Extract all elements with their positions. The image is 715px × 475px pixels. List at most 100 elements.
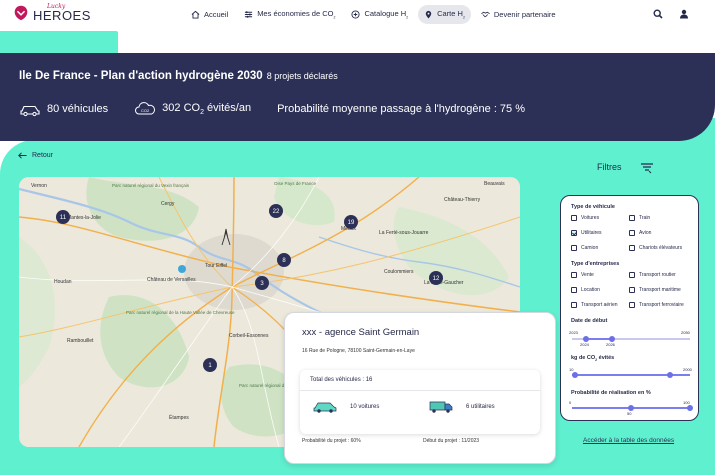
filters-toggle[interactable]: Filtres: [540, 158, 698, 178]
cars-count-text: 10 voitures: [350, 403, 380, 410]
checkbox-vente[interactable]: Vente: [571, 272, 594, 278]
sliders-icon: [245, 11, 253, 18]
checkbox-train[interactable]: Train: [629, 215, 650, 221]
nav-item-catalogue[interactable]: Catalogue H2: [345, 5, 414, 24]
nav-item-carte[interactable]: Carte H2: [418, 5, 471, 24]
checkbox-transport-ferroviaire[interactable]: Transport ferroviaire: [629, 302, 684, 308]
start-date-slider[interactable]: [572, 336, 690, 342]
checkbox-transport-routier[interactable]: Transport routier: [629, 272, 676, 278]
checkbox-box[interactable]: [629, 215, 635, 221]
checkbox-label: Transport routier: [639, 272, 676, 278]
checkbox-voitures[interactable]: Voitures: [571, 215, 599, 221]
user-icon[interactable]: [679, 9, 689, 19]
checkbox-box[interactable]: [629, 302, 635, 308]
map-marker[interactable]: 3: [255, 276, 269, 290]
project-start: Début du projet : 11/2023: [423, 438, 480, 444]
checkbox-label: Chariots élévateurs: [639, 245, 683, 251]
nav-item-economies[interactable]: Mes économies de CO2: [238, 5, 341, 24]
checkbox-box[interactable]: [571, 272, 577, 278]
map-marker[interactable]: 19: [344, 215, 358, 229]
map-marker[interactable]: 12: [429, 271, 443, 285]
checkbox-chariots[interactable]: Chariots élévateurs: [629, 245, 682, 251]
checkbox-box[interactable]: [629, 245, 635, 251]
map-marker[interactable]: 11: [56, 210, 70, 224]
co2-slider[interactable]: [572, 372, 690, 378]
page-title: Ile De France - Plan d'action hydrogène …: [19, 70, 338, 82]
stat-co2-suffix: évités/an: [203, 101, 252, 114]
map-label-rambouillet: Rambouillet: [67, 338, 94, 344]
search-icon[interactable]: [653, 9, 663, 19]
checkbox-label: Transport maritime: [639, 287, 681, 293]
checkbox-box[interactable]: [571, 215, 577, 221]
project-detail-card[interactable]: xxx - agence Saint Germain 16 Rue de Pol…: [284, 312, 556, 464]
stat-co2: CO2 302 CO2 évités/an: [134, 101, 251, 117]
map-label-mantes: Mantes-la-Jolie: [67, 215, 101, 221]
nav-label-sub: 2: [406, 15, 409, 20]
checkbox-label: Camion: [581, 245, 599, 251]
probability-title: Probabilité de réalisation en %: [571, 390, 651, 396]
svg-text:12: 12: [433, 276, 440, 282]
nav-label: Carte H: [437, 9, 463, 18]
van-icon: [429, 401, 453, 413]
vehicles-summary: Total des véhicules : 16 10 voitures 6 u…: [300, 370, 540, 434]
checkbox-box[interactable]: [571, 302, 577, 308]
checkbox-camion[interactable]: Camion: [571, 245, 598, 251]
checkbox-location[interactable]: Location: [571, 287, 600, 293]
svg-text:19: 19: [348, 220, 355, 226]
slider-handle-max[interactable]: [667, 372, 673, 378]
arrow-left-icon: [18, 152, 27, 159]
slider-mid-label: 50: [627, 411, 632, 416]
nav-item-partenaire[interactable]: Devenir partenaire: [475, 5, 562, 24]
map-label-beauvais: Beauvais: [484, 181, 505, 187]
vans-count: 6 utilitaires: [428, 400, 495, 413]
map-label-ferte-jouarre: La Ferté-sous-Jouarre: [379, 230, 429, 236]
top-navigation: Lucky HEROES Accueil Mes économies de CO…: [0, 0, 715, 31]
map-label-vexin: Parc naturel régional du Vexin français: [112, 183, 190, 188]
checkbox-box[interactable]: [571, 287, 577, 293]
map-label-chevreuse: Parc naturel régional de la Haute Vallée…: [126, 310, 235, 315]
logo[interactable]: Lucky HEROES: [12, 4, 91, 22]
projects-count: 8 projets déclarés: [266, 71, 338, 81]
checkbox-avion[interactable]: Avion: [629, 230, 651, 236]
filter-icon: [641, 163, 653, 174]
card-title: xxx - agence Saint Germain: [302, 327, 420, 338]
slider-handle-max[interactable]: [687, 405, 693, 411]
map-label-chateau-thierry: Château-Thierry: [444, 197, 481, 203]
checkbox-label: Location: [581, 287, 600, 293]
checkbox-label: Vente: [581, 272, 594, 278]
back-link[interactable]: Retour: [18, 152, 53, 159]
checkbox-box[interactable]: [571, 230, 577, 236]
slider-max-label: 2000: [683, 367, 692, 372]
slider-selected-min: 2024: [580, 342, 589, 347]
nav-label: Accueil: [204, 9, 229, 19]
co2-title: kg de CO2 évités: [571, 355, 615, 363]
checkbox-label: Voitures: [581, 215, 600, 221]
checkbox-box[interactable]: [629, 230, 635, 236]
start-date-title: Date de début: [571, 318, 608, 324]
stat-probability-text: Probabilité moyenne passage à l'hydrogèn…: [277, 103, 526, 115]
plus-circle-icon: [351, 10, 360, 19]
home-icon: [191, 10, 200, 19]
map-marker[interactable]: 8: [277, 253, 291, 267]
map-marker[interactable]: 22: [269, 204, 283, 218]
checkbox-label: Transport aérien: [581, 302, 618, 308]
nav-label: Catalogue H: [364, 9, 407, 18]
checkbox-box[interactable]: [571, 245, 577, 251]
svg-text:11: 11: [60, 215, 67, 221]
nav-item-accueil[interactable]: Accueil: [185, 5, 234, 24]
nav-label-sub: 2: [333, 15, 336, 20]
checkbox-utilitaires[interactable]: Utilitaires: [571, 230, 602, 236]
map-marker[interactable]: 1: [203, 358, 217, 372]
region-header: Ile De France - Plan d'action hydrogène …: [0, 53, 715, 141]
probability-slider[interactable]: [572, 405, 693, 411]
checkbox-box[interactable]: [629, 287, 635, 293]
slider-handle-min[interactable]: [572, 372, 578, 378]
checkbox-box[interactable]: [629, 272, 635, 278]
map-label-coulommiers: Coulommiers: [384, 269, 414, 275]
checkbox-transport-aerien[interactable]: Transport aérien: [571, 302, 618, 308]
nav-actions: [653, 9, 689, 19]
svg-text:CO2: CO2: [141, 108, 150, 113]
stat-probability: Probabilité moyenne passage à l'hydrogèn…: [277, 103, 525, 115]
data-table-link[interactable]: Accéder à la table des données: [583, 437, 674, 444]
checkbox-transport-maritime[interactable]: Transport maritime: [629, 287, 681, 293]
